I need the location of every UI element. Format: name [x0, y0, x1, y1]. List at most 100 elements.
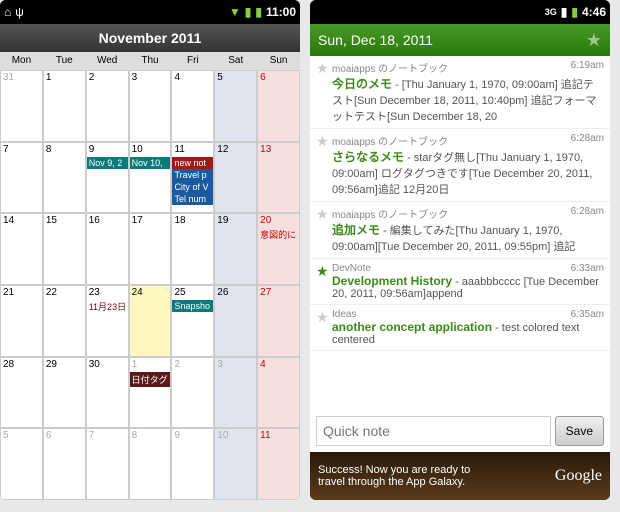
note-item[interactable]: ★DevNote6:33amDevelopment History - aaab… — [310, 259, 610, 305]
calendar-cell[interactable]: 26 — [214, 285, 257, 357]
calendar-cell[interactable]: 2311月23日 — [86, 285, 129, 357]
event-chip[interactable]: Nov 10, — [130, 157, 171, 169]
quick-note-input[interactable] — [316, 416, 551, 446]
calendar-cell[interactable]: 11 — [257, 428, 300, 500]
note-item[interactable]: ★Ideas6:35amanother concept application … — [310, 305, 610, 351]
notebook-name: DevNote — [332, 263, 371, 274]
event-chip[interactable]: new not — [172, 157, 213, 169]
note-title: 今日のメモ — [332, 77, 392, 91]
battery-icon: ▮ — [255, 5, 262, 19]
note-item[interactable]: ★moaiapps のノートブック6:19am今日のメモ - [Thu Janu… — [310, 56, 610, 129]
calendar-cell[interactable]: 7 — [0, 142, 43, 214]
note-time: 6:33am — [571, 263, 604, 274]
note-time: 6:28am — [571, 206, 604, 221]
calendar-cell[interactable]: 29 — [43, 357, 86, 429]
notebook-name: moaiapps のノートブック — [332, 60, 448, 75]
wifi-icon: ▼ — [229, 5, 241, 19]
day-header: Mon — [0, 52, 43, 70]
clock: 11:00 — [266, 5, 296, 19]
calendar-cell[interactable]: 9Nov 9, 2 — [86, 142, 129, 214]
calendar-cell[interactable]: 2 — [86, 70, 129, 142]
calendar-cell[interactable]: 10Nov 10, — [129, 142, 172, 214]
calendar-cell[interactable]: 5 — [0, 428, 43, 500]
calendar-cell[interactable]: 31 — [0, 70, 43, 142]
calendar-cell[interactable]: 3 — [214, 357, 257, 429]
notes-title-bar[interactable]: Sun, Dec 18, 2011 ★ — [310, 24, 610, 56]
3g-icon: 3G — [545, 7, 557, 17]
calendar-cell[interactable]: 10 — [214, 428, 257, 500]
day-header: Sat — [214, 52, 257, 70]
star-icon[interactable]: ★ — [316, 206, 332, 254]
calendar-cell[interactable]: 30 — [86, 357, 129, 429]
note-time: 6:28am — [571, 133, 604, 148]
calendar-cell[interactable]: 28 — [0, 357, 43, 429]
calendar-cell[interactable]: 17 — [129, 213, 172, 285]
star-icon[interactable]: ★ — [316, 60, 332, 124]
calendar-cell[interactable]: 24 — [129, 285, 172, 357]
note-time: 6:35am — [571, 309, 604, 320]
notes-date: Sun, Dec 18, 2011 — [318, 32, 586, 48]
calendar-cell[interactable]: 18 — [171, 213, 214, 285]
event-text[interactable]: 11月23日 — [87, 300, 128, 313]
status-bar: ⌂ ψ ▼ ▮ ▮ 11:00 — [0, 0, 300, 24]
calendar-cell[interactable]: 2 — [171, 357, 214, 429]
calendar-cell[interactable]: 19 — [214, 213, 257, 285]
calendar-cell[interactable]: 9 — [171, 428, 214, 500]
calendar-cell[interactable]: 27 — [257, 285, 300, 357]
event-text[interactable]: 意図的に — [258, 228, 299, 241]
ad-text: Success! Now you are ready to travel thr… — [318, 464, 498, 488]
note-title: another concept application — [332, 320, 492, 334]
calendar-cell[interactable]: 15 — [43, 213, 86, 285]
calendar-cell[interactable]: 5 — [214, 70, 257, 142]
note-time: 6:19am — [571, 60, 604, 75]
calendar-cell[interactable]: 4 — [171, 70, 214, 142]
notebook-name: Ideas — [332, 309, 356, 320]
event-chip[interactable]: City of V — [172, 181, 213, 193]
star-icon[interactable]: ★ — [316, 133, 332, 197]
calendar-cell[interactable]: 6 — [43, 428, 86, 500]
star-icon[interactable]: ★ — [316, 263, 332, 300]
notes-screen: 3G ▮ ▮ 4:46 Sun, Dec 18, 2011 ★ ★moaiapp… — [310, 0, 610, 500]
calendar-cell[interactable]: 14 — [0, 213, 43, 285]
signal-icon: ▮ — [561, 5, 568, 19]
calendar-cell[interactable]: 20意図的に — [257, 213, 300, 285]
note-title: 追加メモ — [332, 223, 380, 237]
note-title: さらなるメモ — [332, 150, 404, 164]
save-button[interactable]: Save — [555, 416, 604, 446]
calendar-cell[interactable]: 12 — [214, 142, 257, 214]
calendar-cell[interactable]: 1 — [43, 70, 86, 142]
clock: 4:46 — [582, 5, 606, 19]
notes-list[interactable]: ★moaiapps のノートブック6:19am今日のメモ - [Thu Janu… — [310, 56, 610, 410]
star-icon[interactable]: ★ — [586, 30, 602, 51]
star-icon[interactable]: ★ — [316, 309, 332, 346]
calendar-cell[interactable]: 8 — [43, 142, 86, 214]
usb-icon: ψ — [15, 5, 24, 19]
ad-banner[interactable]: Success! Now you are ready to travel thr… — [310, 452, 610, 500]
calendar-cell[interactable]: 3 — [129, 70, 172, 142]
ad-brand: Google — [555, 467, 602, 485]
note-item[interactable]: ★moaiapps のノートブック6:28am追加メモ - 編集してみた[Thu… — [310, 202, 610, 259]
calendar-cell[interactable]: 8 — [129, 428, 172, 500]
day-header: Sun — [257, 52, 300, 70]
calendar-grid[interactable]: 31123456789Nov 9, 210Nov 10,11new notTra… — [0, 70, 300, 500]
event-chip[interactable]: Tel num — [172, 193, 213, 205]
calendar-cell[interactable]: 1日付タグ — [129, 357, 172, 429]
event-chip[interactable]: Snapsho — [172, 300, 213, 312]
event-chip[interactable]: 日付タグ — [130, 372, 171, 387]
calendar-cell[interactable]: 25Snapsho — [171, 285, 214, 357]
calendar-cell[interactable]: 6 — [257, 70, 300, 142]
calendar-cell[interactable]: 16 — [86, 213, 129, 285]
signal-icon: ▮ — [245, 5, 252, 19]
note-item[interactable]: ★moaiapps のノートブック6:28amさらなるメモ - starタグ無し… — [310, 129, 610, 202]
event-chip[interactable]: Nov 9, 2 — [87, 157, 128, 169]
calendar-day-headers: MonTueWedThuFriSatSun — [0, 52, 300, 70]
event-chip[interactable]: Travel p — [172, 169, 213, 181]
calendar-cell[interactable]: 13 — [257, 142, 300, 214]
calendar-cell[interactable]: 4 — [257, 357, 300, 429]
calendar-cell[interactable]: 11new notTravel pCity of VTel num — [171, 142, 214, 214]
calendar-cell[interactable]: 21 — [0, 285, 43, 357]
calendar-cell[interactable]: 7 — [86, 428, 129, 500]
calendar-title[interactable]: November 2011 — [0, 24, 300, 52]
calendar-cell[interactable]: 22 — [43, 285, 86, 357]
status-bar: 3G ▮ ▮ 4:46 — [310, 0, 610, 24]
